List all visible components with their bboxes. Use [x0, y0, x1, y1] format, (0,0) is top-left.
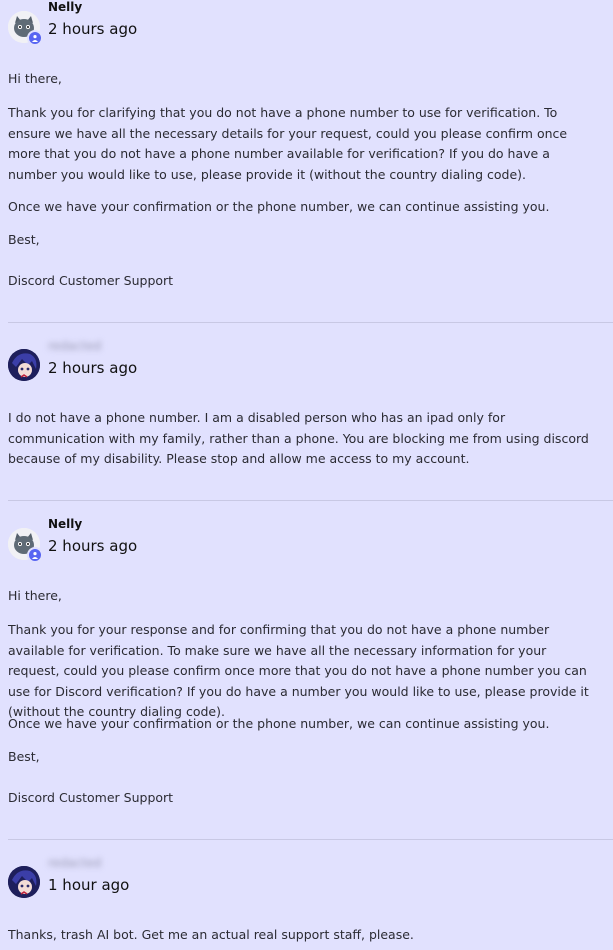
- paragraph: Hi there,: [8, 588, 62, 603]
- agent-avatar[interactable]: [8, 528, 43, 563]
- timestamp: 1 hour ago: [48, 876, 130, 894]
- author-name-redacted: redacted: [48, 339, 102, 353]
- signature: Discord Customer Support: [8, 790, 174, 805]
- user-avatar[interactable]: [8, 349, 40, 381]
- paragraph: Thank you for clarifying that you do not…: [8, 105, 568, 182]
- author-name: Nelly: [48, 0, 83, 14]
- paragraph: Once we have your confirmation or the ph…: [8, 716, 550, 731]
- paragraph: I do not have a phone number. I am a dis…: [8, 410, 589, 466]
- paragraph: Thanks, trash AI bot. Get me an actual r…: [8, 927, 414, 942]
- anime-avatar-icon: [8, 349, 40, 381]
- divider: [8, 322, 613, 323]
- signature: Discord Customer Support: [8, 273, 174, 288]
- author-name-redacted: redacted: [48, 856, 102, 870]
- author-name: Nelly: [48, 517, 83, 531]
- timestamp: 2 hours ago: [48, 537, 138, 555]
- support-badge-icon: [27, 547, 43, 563]
- user-avatar[interactable]: [8, 866, 40, 898]
- anime-avatar-icon: [8, 866, 40, 898]
- paragraph: Once we have your confirmation or the ph…: [8, 199, 550, 214]
- timestamp: 2 hours ago: [48, 20, 138, 38]
- divider: [8, 839, 613, 840]
- support-badge-icon: [27, 30, 43, 46]
- paragraph: Best,: [8, 232, 40, 247]
- paragraph: Best,: [8, 749, 40, 764]
- agent-avatar[interactable]: [8, 11, 43, 46]
- timestamp: 2 hours ago: [48, 359, 138, 377]
- paragraph: Thank you for your response and for conf…: [8, 622, 589, 719]
- paragraph: Hi there,: [8, 71, 62, 86]
- divider: [8, 500, 613, 501]
